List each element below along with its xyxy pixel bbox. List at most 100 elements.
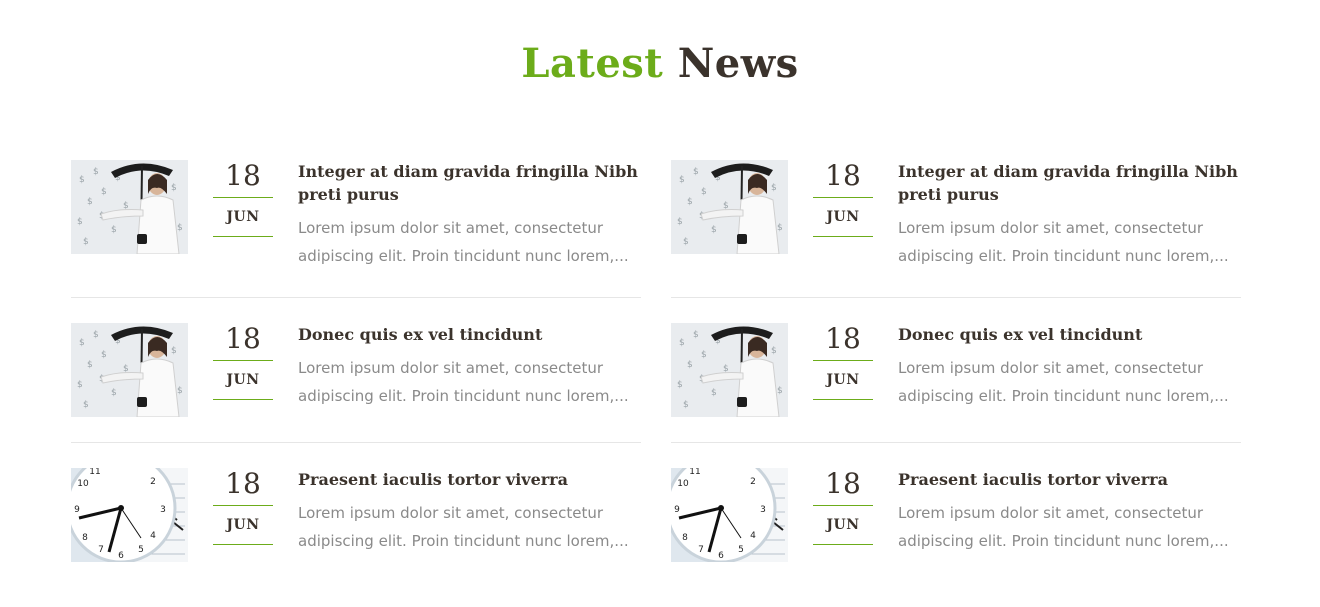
svg-text:$: $ bbox=[679, 338, 685, 348]
svg-text:$: $ bbox=[177, 223, 183, 233]
svg-text:10: 10 bbox=[677, 479, 689, 489]
news-date-month: JUN bbox=[813, 506, 873, 545]
news-text: Praesent iaculis tortor viverra Lorem ips… bbox=[898, 468, 1238, 555]
news-date-month: JUN bbox=[213, 198, 273, 237]
svg-text:$: $ bbox=[677, 380, 683, 390]
svg-text:$: $ bbox=[683, 237, 689, 247]
svg-text:12: 12 bbox=[115, 468, 126, 471]
svg-text:$: $ bbox=[177, 386, 183, 396]
news-excerpt: Lorem ipsum dolor sit amet, consectetur … bbox=[298, 504, 629, 550]
svg-text:$: $ bbox=[83, 400, 89, 410]
news-date: 18 JUN bbox=[813, 159, 873, 237]
svg-text:$: $ bbox=[687, 197, 693, 207]
svg-text:$: $ bbox=[93, 330, 99, 340]
svg-text:$: $ bbox=[777, 223, 783, 233]
svg-text:$: $ bbox=[711, 225, 717, 235]
news-title-link[interactable]: Integer at diam gravida fringilla Nibh p… bbox=[898, 160, 1238, 206]
news-title-link[interactable]: Integer at diam gravida fringilla Nibh p… bbox=[298, 160, 638, 206]
svg-text:12: 12 bbox=[715, 468, 726, 471]
svg-text:$: $ bbox=[771, 346, 777, 356]
svg-text:8: 8 bbox=[82, 533, 88, 543]
news-title-link[interactable]: Praesent iaculis tortor viverra bbox=[898, 468, 1238, 491]
svg-text:7: 7 bbox=[698, 545, 704, 555]
news-excerpt: Lorem ipsum dolor sit amet, consectetur … bbox=[898, 219, 1229, 265]
svg-text:$: $ bbox=[79, 338, 85, 348]
svg-text:$: $ bbox=[93, 167, 99, 177]
news-date-month: JUN bbox=[813, 361, 873, 400]
svg-text:$: $ bbox=[101, 350, 107, 360]
news-thumbnail[interactable]: 12 2 3 45 6 78 9 1011 bbox=[671, 468, 788, 562]
svg-text:$: $ bbox=[87, 197, 93, 207]
svg-text:$: $ bbox=[679, 175, 685, 185]
svg-text:$: $ bbox=[87, 360, 93, 370]
svg-text:$: $ bbox=[101, 187, 107, 197]
svg-text:$: $ bbox=[693, 330, 699, 340]
svg-text:6: 6 bbox=[118, 551, 124, 561]
svg-text:4: 4 bbox=[150, 531, 156, 541]
svg-text:11: 11 bbox=[689, 468, 700, 477]
section-title-rest: News bbox=[677, 40, 799, 87]
svg-text:5: 5 bbox=[138, 545, 144, 555]
news-title-link[interactable]: Praesent iaculis tortor viverra bbox=[298, 468, 638, 491]
news-date-day: 18 bbox=[813, 467, 873, 506]
news-thumbnail[interactable]: $$$ $$$ $$$ $$$ bbox=[671, 323, 788, 417]
news-thumbnail[interactable]: 12 2 3 45 6 78 9 1011 bbox=[71, 468, 188, 562]
svg-text:11: 11 bbox=[89, 468, 100, 477]
svg-text:$: $ bbox=[79, 175, 85, 185]
news-excerpt: Lorem ipsum dolor sit amet, consectetur … bbox=[298, 359, 629, 405]
svg-text:$: $ bbox=[693, 167, 699, 177]
news-date-day: 18 bbox=[213, 159, 273, 198]
section-title: Latest News bbox=[0, 38, 1320, 90]
svg-text:8: 8 bbox=[682, 533, 688, 543]
news-thumbnail[interactable]: $$$ $$$ $$$ $$$ bbox=[71, 160, 188, 254]
svg-text:$: $ bbox=[111, 225, 117, 235]
svg-text:$: $ bbox=[771, 183, 777, 193]
svg-text:5: 5 bbox=[738, 545, 744, 555]
svg-text:$: $ bbox=[777, 386, 783, 396]
news-text: Donec quis ex vel tincidunt Lorem ipsum d… bbox=[298, 323, 638, 410]
news-date-day: 18 bbox=[813, 322, 873, 361]
svg-text:10: 10 bbox=[77, 479, 89, 489]
news-text: Integer at diam gravida fringilla Nibh p… bbox=[898, 160, 1238, 270]
news-title-link[interactable]: Donec quis ex vel tincidunt bbox=[898, 323, 1238, 346]
svg-text:9: 9 bbox=[74, 505, 80, 515]
svg-text:$: $ bbox=[711, 388, 717, 398]
svg-text:$: $ bbox=[77, 380, 83, 390]
svg-text:3: 3 bbox=[760, 505, 766, 515]
news-date-day: 18 bbox=[213, 322, 273, 361]
news-divider bbox=[71, 442, 641, 443]
news-divider bbox=[671, 297, 1241, 298]
news-date-month: JUN bbox=[213, 361, 273, 400]
news-excerpt: Lorem ipsum dolor sit amet, consectetur … bbox=[898, 359, 1229, 405]
section-title-accent: Latest bbox=[521, 40, 664, 87]
news-title-link[interactable]: Donec quis ex vel tincidunt bbox=[298, 323, 638, 346]
svg-text:$: $ bbox=[171, 183, 177, 193]
news-text: Integer at diam gravida fringilla Nibh p… bbox=[298, 160, 638, 270]
news-divider bbox=[71, 297, 641, 298]
svg-text:$: $ bbox=[171, 346, 177, 356]
news-divider bbox=[671, 442, 1241, 443]
news-date: 18 JUN bbox=[813, 322, 873, 400]
news-thumbnail[interactable]: $$$ $$$ $$$ $$$ bbox=[71, 323, 188, 417]
svg-text:$: $ bbox=[701, 350, 707, 360]
news-date: 18 JUN bbox=[213, 467, 273, 545]
svg-text:3: 3 bbox=[160, 505, 166, 515]
svg-text:9: 9 bbox=[674, 505, 680, 515]
news-excerpt: Lorem ipsum dolor sit amet, consectetur … bbox=[898, 504, 1229, 550]
svg-text:$: $ bbox=[83, 237, 89, 247]
news-date: 18 JUN bbox=[213, 159, 273, 237]
svg-text:2: 2 bbox=[750, 477, 756, 487]
svg-text:$: $ bbox=[77, 217, 83, 227]
svg-text:7: 7 bbox=[98, 545, 104, 555]
svg-text:$: $ bbox=[701, 187, 707, 197]
news-date-month: JUN bbox=[813, 198, 873, 237]
news-text: Praesent iaculis tortor viverra Lorem ips… bbox=[298, 468, 638, 555]
news-text: Donec quis ex vel tincidunt Lorem ipsum d… bbox=[898, 323, 1238, 410]
news-date: 18 JUN bbox=[813, 467, 873, 545]
svg-text:$: $ bbox=[677, 217, 683, 227]
news-thumbnail[interactable]: $$$ $$$ $$$ $$$ bbox=[671, 160, 788, 254]
svg-text:2: 2 bbox=[150, 477, 156, 487]
svg-text:$: $ bbox=[687, 360, 693, 370]
news-excerpt: Lorem ipsum dolor sit amet, consectetur … bbox=[298, 219, 629, 265]
svg-text:6: 6 bbox=[718, 551, 724, 561]
